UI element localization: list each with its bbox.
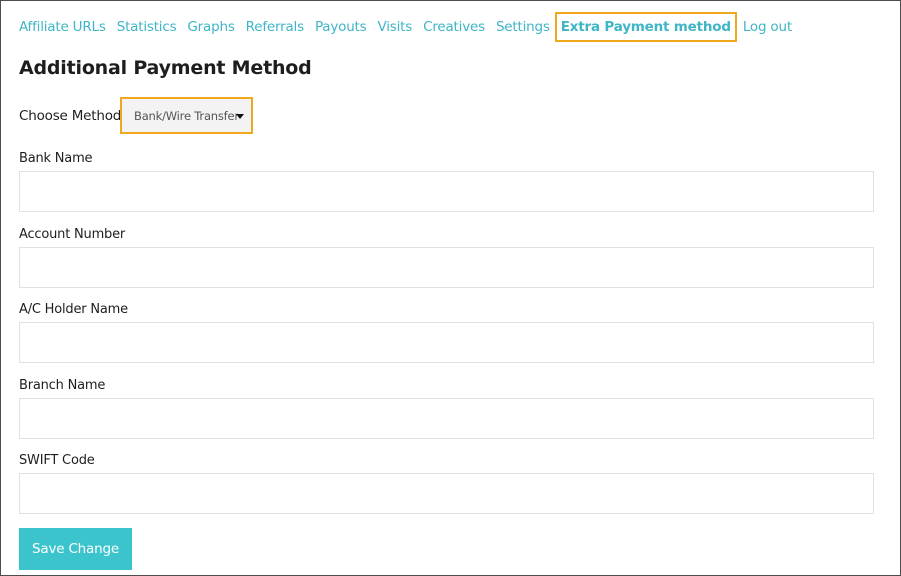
choose-method-label: Choose Method [19,107,122,124]
nav-creatives[interactable]: Creatives [423,15,485,39]
nav-graphs[interactable]: Graphs [187,15,234,39]
nav-referrals[interactable]: Referrals [246,15,304,39]
branch-name-label: Branch Name [19,378,106,393]
swift-code-group: SWIFT Code [19,453,874,514]
branch-name-group: Branch Name [19,378,874,439]
ac-holder-name-group: A/C Holder Name [19,302,874,363]
bank-name-group: Bank Name [19,151,874,212]
account-number-label: Account Number [19,227,126,242]
payment-method-selected-value: Bank/Wire Transfer [134,108,238,123]
ac-holder-name-input[interactable] [19,322,874,363]
bank-name-label: Bank Name [19,151,93,166]
nav-log-out[interactable]: Log out [743,15,792,39]
nav-payouts[interactable]: Payouts [315,15,367,39]
dropdown-caret-icon [236,114,244,119]
swift-code-label: SWIFT Code [19,453,95,468]
account-number-input[interactable] [19,247,874,288]
nav-extra-payment-method[interactable]: Extra Payment method [554,12,737,42]
ac-holder-name-label: A/C Holder Name [19,302,128,317]
nav-affiliate-urls[interactable]: Affiliate URLs [19,15,106,39]
branch-name-input[interactable] [19,398,874,439]
nav-visits[interactable]: Visits [377,15,412,39]
bank-name-input[interactable] [19,171,874,212]
top-navigation: Affiliate URLs Statistics Graphs Referra… [19,12,803,42]
page-frame: Affiliate URLs Statistics Graphs Referra… [0,0,901,576]
payment-method-select[interactable]: Bank/Wire Transfer [120,97,253,134]
account-number-group: Account Number [19,227,874,288]
swift-code-input[interactable] [19,473,874,514]
save-change-button[interactable]: Save Change [19,528,132,570]
nav-settings[interactable]: Settings [496,15,550,39]
choose-method-row: Choose Method Bank/Wire Transfer [19,97,253,134]
page-title: Additional Payment Method [19,57,312,79]
nav-statistics[interactable]: Statistics [117,15,177,39]
